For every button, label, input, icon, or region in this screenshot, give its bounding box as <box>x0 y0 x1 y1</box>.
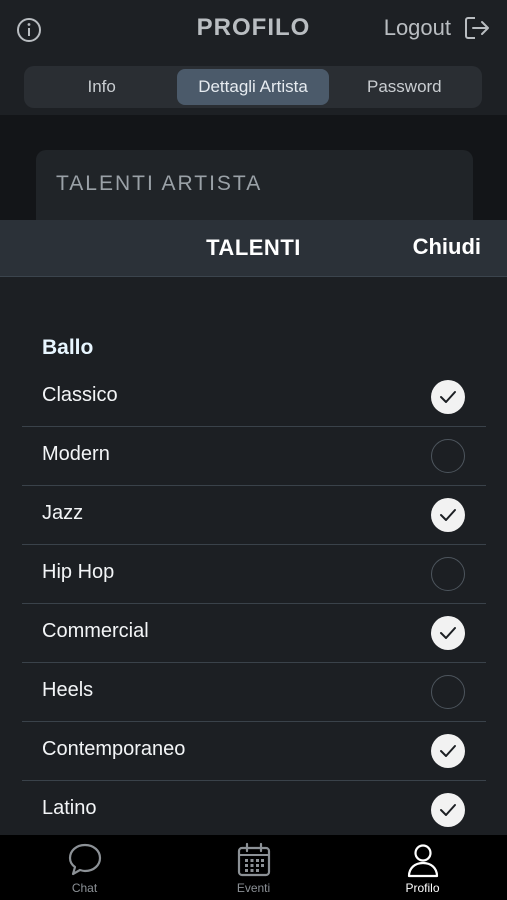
person-icon <box>407 844 438 878</box>
tab-info[interactable]: Info <box>26 69 177 105</box>
talenti-sheet: TALENTI Chiudi Ballo Classico Modern Jaz… <box>0 220 507 835</box>
talent-label: Classico <box>42 384 118 406</box>
talent-list: Classico Modern Jazz Hip Hop Commercial … <box>22 368 486 839</box>
talent-row[interactable]: Heels <box>22 663 486 722</box>
checkbox-checked[interactable] <box>431 793 465 827</box>
talent-row[interactable]: Latino <box>22 781 486 839</box>
chat-bubble-icon <box>68 843 101 876</box>
section-title: Ballo <box>42 336 94 359</box>
talent-label: Latino <box>42 797 97 819</box>
tab-label: Eventi <box>236 881 271 895</box>
talent-row[interactable]: Commercial <box>22 604 486 663</box>
logout-button[interactable]: Logout <box>384 14 491 42</box>
checkbox-checked[interactable] <box>431 616 465 650</box>
logout-icon <box>465 17 489 39</box>
tab-password[interactable]: Password <box>329 69 480 105</box>
checkmark-icon <box>440 391 456 403</box>
profile-header: PROFILO Logout Info Dettagli Artista Pas… <box>0 0 507 115</box>
checkmark-icon <box>440 804 456 816</box>
logout-label: Logout <box>383 15 451 40</box>
talent-row[interactable]: Classico <box>22 368 486 427</box>
checkbox-checked[interactable] <box>431 498 465 532</box>
tab-profilo[interactable]: Profilo <box>338 835 507 900</box>
checkmark-icon <box>440 509 456 521</box>
talent-label: Jazz <box>42 502 84 524</box>
tab-label: Profilo <box>405 881 440 895</box>
card-title: TALENTI ARTISTA <box>56 172 263 195</box>
talent-label: Hip Hop <box>42 561 115 583</box>
talent-row[interactable]: Contemporaneo <box>22 722 486 781</box>
talent-label: Contemporaneo <box>42 738 186 760</box>
calendar-icon <box>237 842 270 877</box>
checkbox-checked[interactable] <box>431 734 465 768</box>
bottom-tab-bar: Chat Eventi Profilo <box>0 835 507 900</box>
talent-row[interactable]: Jazz <box>22 486 486 545</box>
tab-dettagli-artista[interactable]: Dettagli Artista <box>177 69 329 105</box>
talent-label: Heels <box>42 679 94 701</box>
checkbox-unchecked[interactable] <box>431 675 465 709</box>
talent-row[interactable]: Hip Hop <box>22 545 486 604</box>
profile-segmented-control: Info Dettagli Artista Password <box>24 66 482 108</box>
tab-chat[interactable]: Chat <box>0 835 169 900</box>
checkmark-icon <box>440 745 456 757</box>
tab-label: Chat <box>71 881 98 895</box>
checkmark-icon <box>440 627 456 639</box>
sheet-header: TALENTI Chiudi <box>0 220 507 277</box>
talent-row[interactable]: Modern <box>22 427 486 486</box>
checkbox-unchecked[interactable] <box>431 439 465 473</box>
tab-eventi[interactable]: Eventi <box>169 835 338 900</box>
checkbox-checked[interactable] <box>431 380 465 414</box>
close-button[interactable]: Chiudi <box>413 234 481 260</box>
talent-label: Modern <box>42 443 110 465</box>
checkbox-unchecked[interactable] <box>431 557 465 591</box>
talent-label: Commercial <box>42 620 149 642</box>
